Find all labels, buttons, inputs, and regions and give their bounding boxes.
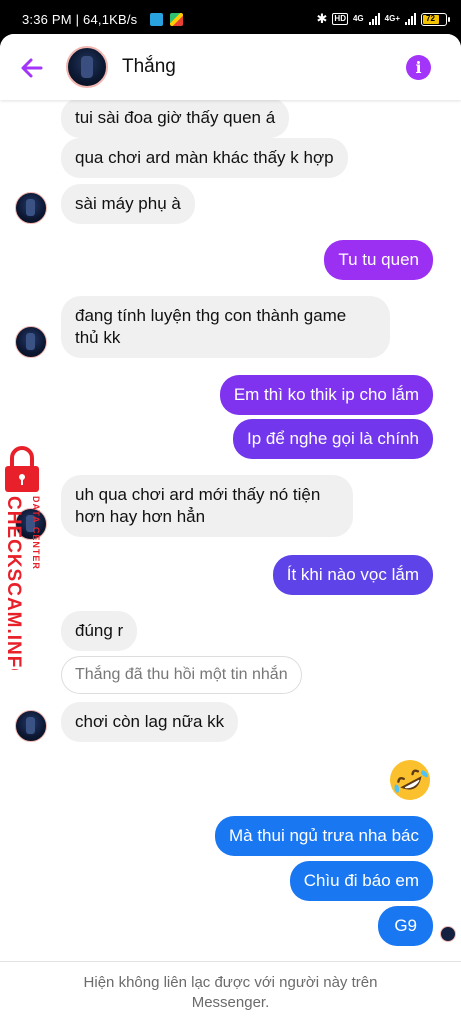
gallery-notification-icon	[150, 13, 163, 26]
network-speed: 64,1KB/s	[83, 12, 138, 27]
lock-icon	[5, 446, 39, 492]
status-time: 3:36 PM | 64,1KB/s	[22, 12, 138, 27]
contact-avatar-small	[15, 326, 47, 358]
checkscam-watermark: CHECKSCAM.INFO DATA CENTER	[3, 446, 41, 670]
back-button[interactable]	[18, 54, 46, 82]
message-incoming[interactable]: sài máy phụ à	[61, 184, 195, 224]
unavailable-notice-line: Messenger.	[191, 994, 270, 1011]
unavailable-notice-line: Hiện không liên lạc được với người này t…	[83, 974, 378, 991]
battery-level: 72	[423, 13, 439, 24]
play-store-notification-icon	[170, 13, 183, 26]
message-incoming[interactable]: đúng r	[61, 611, 138, 651]
status-indicators: ✱ HD 4G 4G+ 72	[316, 11, 450, 27]
contact-avatar[interactable]	[66, 46, 108, 88]
contact-avatar-small	[15, 192, 47, 224]
bluetooth-icon: ✱	[316, 11, 328, 26]
message-outgoing[interactable]: Ip để nghe gọi là chính	[232, 419, 433, 459]
messenger-chat-screen: Thắng i tui sài đoa giờ thấy quen á qua …	[0, 34, 461, 1024]
message-outgoing[interactable]: Tu tu quen	[324, 240, 433, 280]
network-type-1: 4G	[352, 14, 364, 23]
contact-name[interactable]: Thắng	[122, 56, 176, 78]
message-incoming[interactable]: qua chơi ard màn khác thấy k hợp	[61, 138, 348, 178]
battery-icon: 72	[421, 12, 450, 26]
seen-receipt-avatar	[440, 926, 456, 942]
watermark-sub-text: DATA CENTER	[31, 496, 41, 570]
message-incoming[interactable]: đang tính luyện thg con thành game thủ k…	[61, 296, 390, 358]
message-line: hơn hay hơn hẳn	[75, 507, 206, 526]
message-line: thủ kk	[75, 328, 121, 347]
info-icon[interactable]: i	[406, 55, 431, 80]
recalled-message-notice: Thắng đã thu hồi một tin nhắn	[61, 656, 302, 694]
message-incoming[interactable]: tui sài đoa giờ thấy quen á	[61, 98, 290, 138]
signal-strength-1-icon	[368, 13, 380, 25]
message-outgoing[interactable]: Chìu đi báo em	[289, 861, 433, 901]
message-incoming[interactable]: uh qua chơi ard mới thấy nó tiện hơn hay…	[61, 475, 353, 537]
message-line: uh qua chơi ard mới thấy nó tiện	[75, 485, 321, 504]
contact-avatar-small	[15, 710, 47, 742]
hd-icon: HD	[332, 13, 348, 25]
chat-header: Thắng i	[0, 34, 461, 100]
battery-label: 72	[426, 13, 435, 23]
message-outgoing[interactable]: Em thì ko thik ip cho lắm	[219, 375, 433, 415]
signal-strength-2-icon	[405, 13, 416, 25]
message-line: đang tính luyện thg con thành game	[75, 306, 347, 325]
message-outgoing[interactable]: Mà thui ngủ trưa nha bác	[215, 816, 433, 856]
network-type-2: 4G+	[384, 14, 400, 23]
message-incoming[interactable]: chơi còn lag nữa kk	[61, 702, 239, 742]
clock-text: 3:36 PM	[22, 12, 72, 27]
message-outgoing[interactable]: G9	[378, 906, 433, 946]
watermark-main-text: CHECKSCAM.INFO	[3, 496, 24, 670]
back-arrow-icon	[21, 58, 43, 78]
rolling-on-floor-laughing-icon[interactable]	[387, 757, 433, 803]
message-outgoing[interactable]: Ít khi nào vọc lắm	[272, 555, 433, 595]
unavailable-notice: Hiện không liên lạc được với người này t…	[0, 961, 461, 1024]
